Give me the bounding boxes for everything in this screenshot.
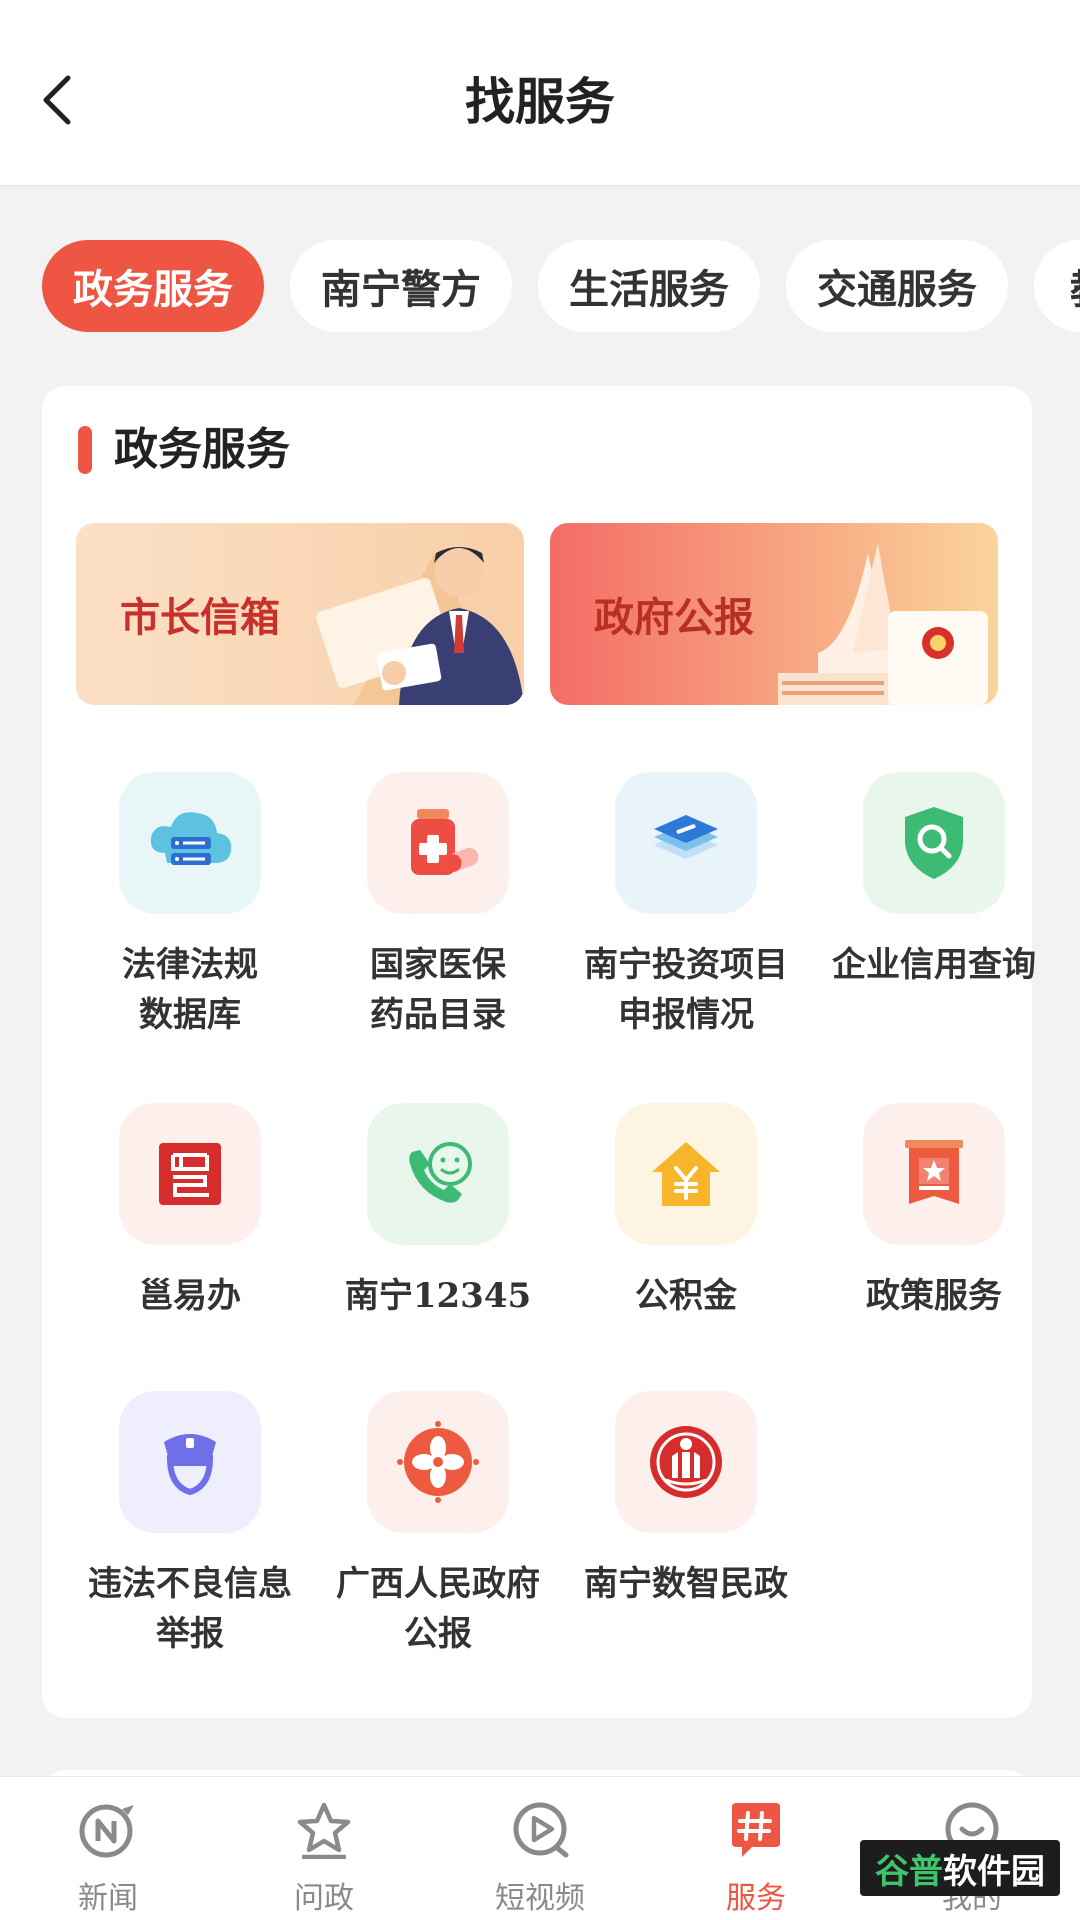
- service-yong-yi-ban[interactable]: 邕易办: [66, 1103, 314, 1363]
- government-gazette-label: 政府公报: [594, 594, 754, 641]
- tab-traffic-services[interactable]: 交通服务: [786, 240, 1008, 332]
- service-label: 南宁投资项目 申报情况: [584, 945, 788, 1035]
- service-label: 公积金: [635, 1276, 737, 1316]
- nav-services[interactable]: 服务: [666, 1799, 846, 1919]
- policy-document-icon: [863, 1103, 1005, 1245]
- hash-service-icon: [732, 1803, 780, 1857]
- layers-icon: [615, 772, 757, 914]
- civil-affairs-emblem-icon: [615, 1391, 757, 1533]
- nav-short-video[interactable]: 短视频: [450, 1799, 630, 1919]
- tab-government-services[interactable]: 政务服务: [42, 240, 264, 332]
- service-medical-insurance-drugs[interactable]: 国家医保 药品目录: [314, 772, 562, 1035]
- tab-nanning-police[interactable]: 南宁警方: [290, 240, 512, 332]
- service-enterprise-credit[interactable]: 企业信用查询: [810, 772, 1058, 1032]
- government-building-illustration: [778, 543, 988, 705]
- service-policy[interactable]: 政策服务: [810, 1103, 1058, 1363]
- service-investment-projects[interactable]: 南宁投资项目 申报情况: [562, 772, 810, 1035]
- nav-news[interactable]: 新闻: [18, 1799, 198, 1919]
- top-bar: 找服务: [0, 0, 1080, 186]
- government-services-card: 政务服务 市长信箱 政府公报 法律法规 数据库 国家医保 药品目录 南宁投资项目…: [42, 386, 1036, 1718]
- nav-wenzheng[interactable]: 问政: [234, 1799, 414, 1919]
- mayor-mailbox-banner[interactable]: 市长信箱: [76, 523, 524, 705]
- news-icon: [79, 1804, 134, 1858]
- service-housing-fund[interactable]: 公积金: [562, 1103, 810, 1363]
- service-label: 国家医保 药品目录: [370, 945, 506, 1035]
- phone-smile-icon: [367, 1103, 509, 1245]
- yong-seal-icon: [119, 1103, 261, 1245]
- service-label: 法律法规 数据库: [122, 945, 258, 1035]
- service-label: 南宁数智民政: [584, 1564, 788, 1604]
- flower-emblem-icon: [367, 1391, 509, 1533]
- service-guangxi-gazette[interactable]: 广西人民政府 公报: [314, 1391, 562, 1654]
- service-label: 南宁12345: [344, 1276, 532, 1316]
- tab-education[interactable]: 教: [1034, 240, 1080, 332]
- service-nanning-12345[interactable]: 南宁12345: [314, 1103, 562, 1363]
- star-icon: [297, 1802, 351, 1859]
- video-play-icon: [513, 1802, 569, 1858]
- service-illegal-info-report[interactable]: 违法不良信息 举报: [66, 1391, 314, 1654]
- mayor-mailbox-label: 市长信箱: [120, 594, 280, 641]
- service-label: 广西人民政府 公报: [336, 1564, 540, 1654]
- house-yuan-icon: [615, 1103, 757, 1245]
- category-tabs: 政务服务 南宁警方 生活服务 交通服务 教: [0, 240, 1080, 332]
- section-accent-bar: [78, 426, 92, 474]
- page-title: 找服务: [465, 72, 615, 131]
- service-nanning-civil-affairs[interactable]: 南宁数智民政: [562, 1391, 810, 1651]
- service-law-database[interactable]: 法律法规 数据库: [66, 772, 314, 1035]
- medicine-bottle-icon: [367, 772, 509, 914]
- tab-life-services[interactable]: 生活服务: [538, 240, 760, 332]
- service-label: 邕易办: [139, 1276, 241, 1316]
- shield-search-icon: [863, 772, 1005, 914]
- businessman-letter-illustration: [316, 547, 524, 705]
- section-title: 政务服务: [114, 424, 290, 475]
- service-label: 违法不良信息 举报: [88, 1564, 292, 1654]
- government-gazette-banner[interactable]: 政府公报: [550, 523, 998, 705]
- cloud-server-icon: [119, 772, 261, 914]
- service-label: 政策服务: [866, 1276, 1002, 1316]
- police-officer-icon: [119, 1391, 261, 1533]
- site-watermark: 谷普 软件园: [860, 1840, 1060, 1896]
- service-label: 企业信用查询: [832, 945, 1036, 985]
